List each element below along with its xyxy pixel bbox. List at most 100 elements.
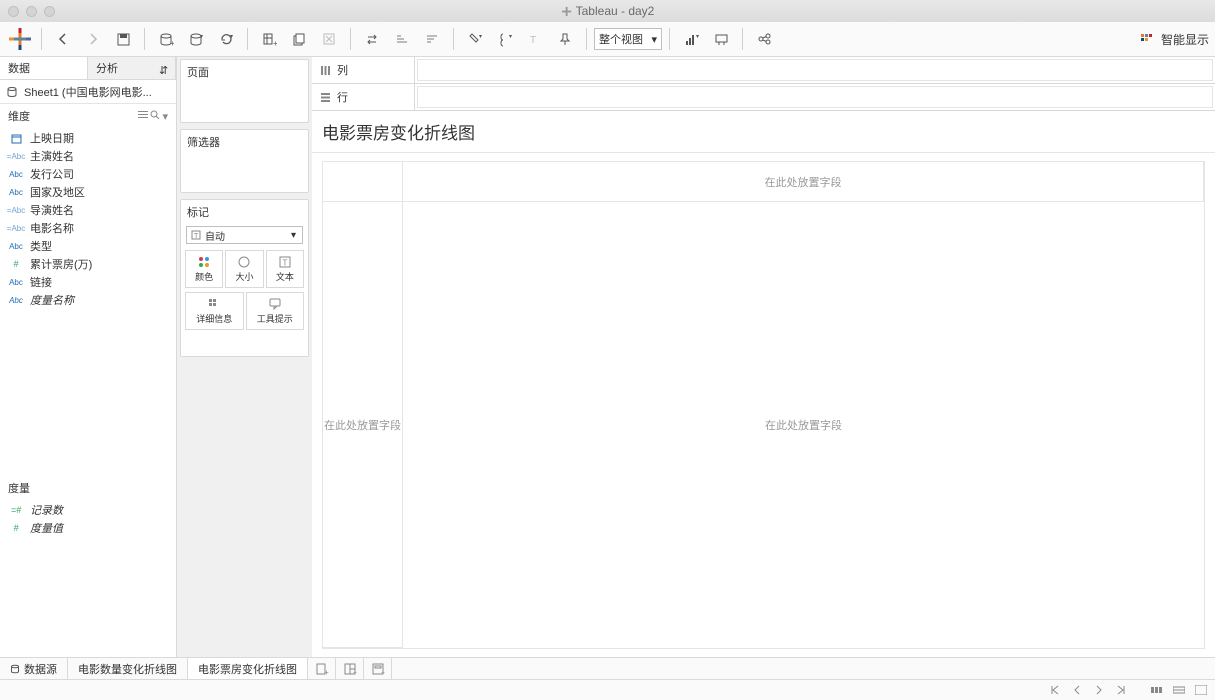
- new-dashboard-tab[interactable]: +: [336, 658, 364, 679]
- tooltip-icon: [269, 298, 281, 310]
- dimension-field[interactable]: Abc度量名称: [0, 291, 176, 309]
- highlight-button[interactable]: ▾: [461, 26, 489, 52]
- show-me-button[interactable]: 智能显示: [1140, 31, 1209, 48]
- svg-text:T: T: [194, 233, 199, 240]
- dimension-field[interactable]: Abc发行公司: [0, 165, 176, 183]
- marks-size-button[interactable]: 大小: [225, 250, 263, 288]
- hash-icon: #: [8, 258, 24, 270]
- drop-field-placeholder: 在此处放置字段: [403, 202, 1204, 648]
- filters-card[interactable]: 筛选器: [180, 129, 309, 193]
- drop-field-placeholder: 在此处放置字段: [323, 202, 403, 648]
- show-labels-button[interactable]: T: [521, 26, 549, 52]
- calendar-icon: [8, 132, 24, 144]
- svg-text:+: +: [381, 670, 385, 676]
- measures-header: 度量: [0, 476, 176, 500]
- fit-dropdown[interactable]: 整个视图 ▾: [594, 28, 662, 50]
- maximize-window-button[interactable]: [44, 6, 55, 17]
- abc-calc-icon: =Abc: [8, 150, 24, 162]
- list-view-icon[interactable]: [138, 110, 148, 123]
- prev-button[interactable]: [1069, 683, 1085, 697]
- marks-type-dropdown[interactable]: T 自动 ▾: [186, 226, 303, 244]
- last-button[interactable]: [1113, 683, 1129, 697]
- dimension-field[interactable]: =Abc电影名称: [0, 219, 176, 237]
- new-worksheet-tab[interactable]: +: [308, 658, 336, 679]
- marks-tooltip-button[interactable]: 工具提示: [246, 292, 305, 330]
- rows-icon: [320, 92, 331, 103]
- save-button[interactable]: [109, 26, 137, 52]
- drop-field-placeholder: 在此处放置字段: [403, 162, 1204, 202]
- svg-text:▾: ▾: [479, 34, 482, 40]
- status-bar: [0, 679, 1215, 700]
- hash-calc-icon: =#: [8, 504, 24, 516]
- sheet-tab[interactable]: 电影票房变化折线图: [188, 658, 308, 679]
- abc-calc-icon: =Abc: [8, 204, 24, 216]
- first-button[interactable]: [1047, 683, 1063, 697]
- back-button[interactable]: [49, 26, 77, 52]
- pin-button[interactable]: [551, 26, 579, 52]
- dimension-field[interactable]: 上映日期: [0, 129, 176, 147]
- viz-canvas[interactable]: 在此处放置字段 在此处放置字段 在此处放置字段: [312, 153, 1215, 657]
- fit-dropdown-label: 整个视图: [599, 31, 643, 47]
- new-worksheet-button[interactable]: +: [255, 26, 283, 52]
- svg-text:T: T: [282, 258, 287, 267]
- marks-text-button[interactable]: T文本: [266, 250, 304, 288]
- window-titlebar: Tableau - day2: [0, 0, 1215, 22]
- dimension-field[interactable]: =Abc主演姓名: [0, 147, 176, 165]
- abc-icon: Abc: [8, 294, 24, 306]
- rows-shelf[interactable]: 行: [312, 84, 1215, 111]
- clear-button[interactable]: [315, 26, 343, 52]
- marks-detail-button[interactable]: 详细信息: [185, 292, 244, 330]
- show-hide-cards-button[interactable]: ▾: [677, 26, 705, 52]
- abc-calc-icon: =Abc: [8, 222, 24, 234]
- marks-color-button[interactable]: 颜色: [185, 250, 223, 288]
- pages-card[interactable]: 页面: [180, 59, 309, 123]
- tableau-logo-button[interactable]: [6, 26, 34, 52]
- group-button[interactable]: ▾: [491, 26, 519, 52]
- filmstrip-view-button[interactable]: [1149, 683, 1165, 697]
- dimension-field[interactable]: Abc国家及地区: [0, 183, 176, 201]
- share-button[interactable]: [750, 26, 778, 52]
- tableau-logo-icon: [561, 6, 572, 17]
- show-me-label: 智能显示: [1161, 31, 1209, 48]
- measure-field[interactable]: #度量值: [0, 519, 176, 537]
- duplicate-button[interactable]: [285, 26, 313, 52]
- close-window-button[interactable]: [8, 6, 19, 17]
- refresh-button[interactable]: ▾: [212, 26, 240, 52]
- worksheet-view: 列 行 电影票房变化折线图 在此处放置字段 在此处放置字段 在此处放置字段: [312, 57, 1215, 657]
- forward-button[interactable]: [79, 26, 107, 52]
- search-icon[interactable]: [150, 110, 160, 123]
- chevron-down-icon[interactable]: ▾: [289, 230, 298, 241]
- minimize-window-button[interactable]: [26, 6, 37, 17]
- chevron-down-icon[interactable]: ▾: [162, 110, 168, 123]
- sort-desc-button[interactable]: [418, 26, 446, 52]
- dimension-field[interactable]: Abc链接: [0, 273, 176, 291]
- new-datasource-button[interactable]: +: [152, 26, 180, 52]
- svg-text:T: T: [530, 35, 536, 46]
- viz-title[interactable]: 电影票房变化折线图: [312, 111, 1215, 153]
- show-me-icon: [1140, 32, 1155, 47]
- datasource-tab[interactable]: 数据源: [0, 658, 68, 679]
- pause-auto-updates-button[interactable]: ▾: [182, 26, 210, 52]
- tab-view-button[interactable]: [1171, 683, 1187, 697]
- columns-shelf[interactable]: 列: [312, 57, 1215, 84]
- new-story-tab[interactable]: +: [364, 658, 392, 679]
- dimension-field[interactable]: Abc类型: [0, 237, 176, 255]
- dimension-field[interactable]: #累计票房(万): [0, 255, 176, 273]
- sort-asc-button[interactable]: [388, 26, 416, 52]
- swap-button[interactable]: [358, 26, 386, 52]
- next-button[interactable]: [1091, 683, 1107, 697]
- abc-icon: Abc: [8, 276, 24, 288]
- presentation-button[interactable]: [707, 26, 735, 52]
- data-pane: 数据 分析⇵ Sheet1 (中国电影网电影... 维度 ▾ 上映日期 =Abc…: [0, 57, 177, 657]
- chevron-down-icon: ▾: [651, 33, 657, 46]
- measure-field[interactable]: =#记录数: [0, 501, 176, 519]
- database-icon: [10, 664, 20, 674]
- size-icon: [238, 256, 250, 268]
- sheet-tab[interactable]: 电影数量变化折线图: [68, 658, 188, 679]
- analysis-tab[interactable]: 分析⇵: [88, 57, 176, 79]
- window-title: Tableau - day2: [576, 4, 655, 18]
- sort-view-button[interactable]: [1193, 683, 1209, 697]
- datasource-item[interactable]: Sheet1 (中国电影网电影...: [0, 80, 176, 104]
- data-tab[interactable]: 数据: [0, 57, 88, 79]
- dimension-field[interactable]: =Abc导演姓名: [0, 201, 176, 219]
